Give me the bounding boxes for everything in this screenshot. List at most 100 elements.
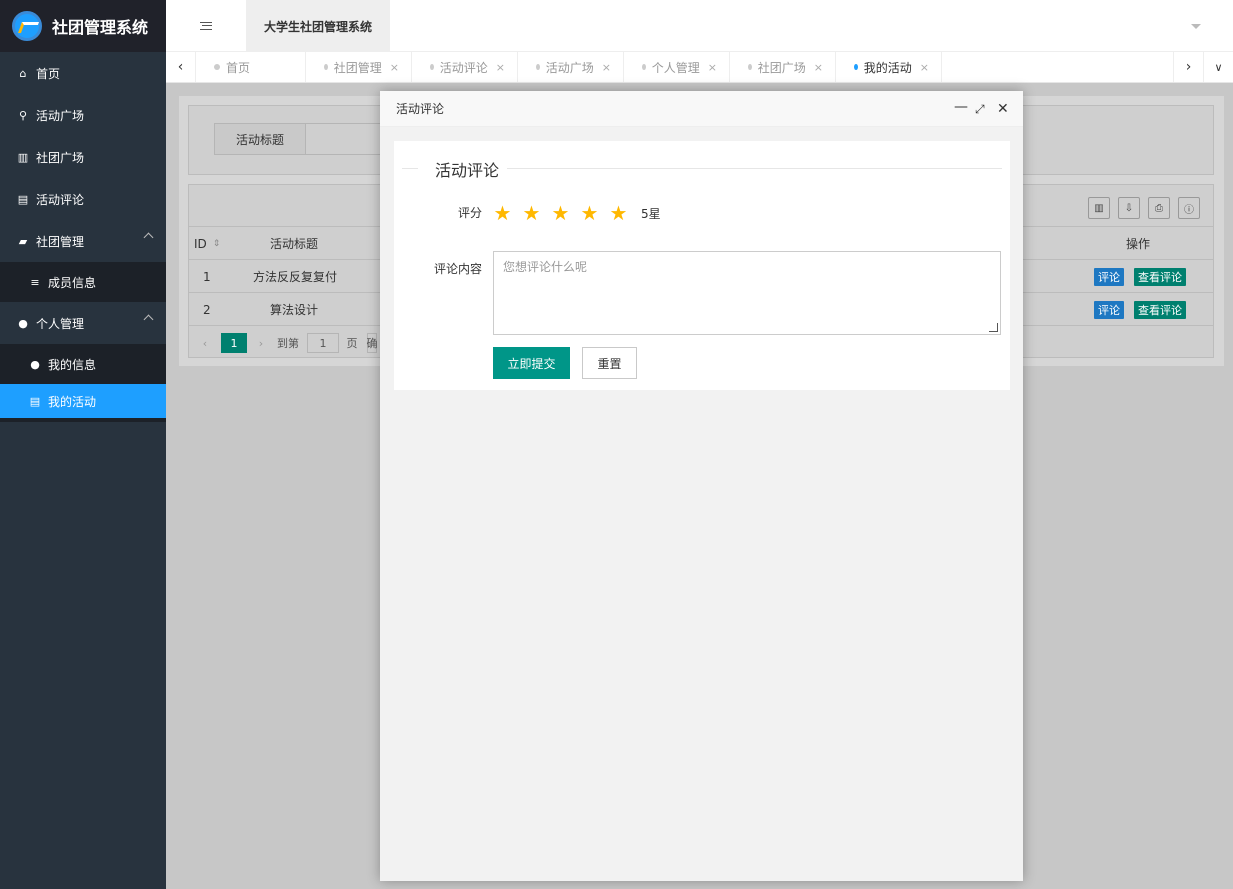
close-icon[interactable]: × [496, 61, 505, 74]
close-icon[interactable]: × [920, 61, 929, 74]
logo: 社团管理系统 [0, 0, 166, 52]
sidebar-item-club-square[interactable]: ▥ 社团广场 [0, 136, 166, 178]
dot-icon [642, 64, 646, 70]
sidebar-item-label: 首页 [36, 66, 61, 81]
tab-personal[interactable]: 个人管理 × [624, 52, 730, 82]
submenu-personal: ● 我的信息 ▤ 我的活动 [0, 344, 166, 422]
minimize-icon[interactable]: — [954, 99, 968, 115]
app-title: 社团管理系统 [52, 18, 149, 37]
maximize-icon[interactable]: ⤢ [975, 101, 985, 117]
tab-label: 社团管理 [333, 60, 382, 75]
user-icon: ● [30, 357, 40, 371]
comment-form: 活动评论 评分 ★ ★ ★ ★ ★ 5星 评论内容 您想评论什么呢 立即提交 重… [394, 141, 1010, 390]
export-icon[interactable]: ⇩ [1118, 197, 1140, 219]
tabs-bar: ‹ 首页 社团管理 × 活动评论 × 活动广场 × 个人管理 × 社团广场 × 我的活动 ×… [166, 52, 1233, 83]
col-id[interactable]: ID ⇕ [194, 227, 220, 260]
col-ops: 操作 [1126, 237, 1151, 251]
tab-home[interactable]: 首页 [196, 52, 306, 82]
star-icon[interactable]: ★ [579, 203, 600, 224]
sidebar-item-label: 社团管理 [36, 234, 85, 249]
dot-icon [854, 64, 858, 70]
prev-page-icon[interactable]: ‹ [199, 333, 211, 353]
header-title: 大学生社团管理系统 [246, 0, 390, 52]
cell-id: 2 [203, 302, 211, 317]
page-input[interactable]: 1 [307, 333, 339, 353]
star-icon[interactable]: ★ [608, 203, 629, 224]
submenu-club: ≡ 成员信息 [0, 262, 166, 302]
comment-button[interactable]: 评论 [1094, 267, 1124, 286]
star-icon[interactable]: ★ [550, 203, 571, 224]
close-icon[interactable]: × [708, 61, 717, 74]
info-icon[interactable]: ⓘ [1178, 197, 1200, 219]
menu-icon [200, 22, 212, 30]
reset-button[interactable]: 重置 [582, 347, 637, 379]
star-icon[interactable]: ★ [492, 203, 513, 224]
close-icon[interactable]: × [390, 61, 399, 74]
comment-textarea[interactable]: 您想评论什么呢 [493, 251, 1001, 335]
tab-activity-square[interactable]: 活动广场 × [518, 52, 624, 82]
submit-button[interactable]: 立即提交 [493, 347, 570, 379]
sidebar-item-label: 我的活动 [48, 394, 97, 409]
dot-icon [324, 64, 328, 70]
tab-label: 活动广场 [545, 60, 594, 75]
book-icon: ▰ [18, 234, 28, 248]
dot-icon [748, 64, 752, 70]
goto-label: 到第 [277, 337, 299, 350]
tab-label: 首页 [226, 60, 251, 75]
sidebar-item-members[interactable]: ≡ 成员信息 [0, 262, 166, 302]
chevron-up-icon [143, 232, 154, 243]
modal-title: 活动评论 [396, 102, 445, 116]
close-icon[interactable]: × [814, 61, 823, 74]
sidebar-item-label: 个人管理 [36, 316, 85, 331]
col-title: 活动标题 [270, 237, 319, 251]
list-icon: ▤ [29, 394, 41, 408]
header: 大学生社团管理系统 [166, 0, 1233, 52]
next-page-icon[interactable]: › [255, 333, 267, 353]
rating-stars[interactable]: ★ ★ ★ ★ ★ 5星 [492, 203, 661, 224]
sidebar-item-personal[interactable]: ● 个人管理 [0, 302, 166, 344]
tabs-prev-button[interactable]: ‹ [166, 52, 196, 82]
star-icon[interactable]: ★ [521, 203, 542, 224]
tab-label: 社团广场 [757, 60, 806, 75]
tabs-next-button[interactable]: › [1173, 52, 1203, 82]
sidebar-item-home[interactable]: ⌂ 首页 [0, 52, 166, 94]
close-icon[interactable]: × [602, 61, 611, 74]
col-id-label: ID [194, 236, 207, 251]
legend-title: 活动评论 [427, 157, 508, 181]
sidebar-item-activity-square[interactable]: ⚲ 活动广场 [0, 94, 166, 136]
tabs-menu-button[interactable]: ∨ [1203, 52, 1233, 82]
sort-icon[interactable]: ⇕ [213, 239, 221, 249]
caret-down-icon[interactable] [1191, 24, 1201, 29]
tab-my-activity[interactable]: 我的活动 × [836, 52, 942, 82]
tab-label: 我的活动 [863, 60, 912, 75]
tab-activity-comment[interactable]: 活动评论 × [412, 52, 518, 82]
page-current[interactable]: 1 [221, 333, 247, 353]
comment-button[interactable]: 评论 [1094, 300, 1124, 319]
list-icon: ▤ [17, 192, 29, 206]
bicycle-icon: ⚲ [18, 108, 28, 122]
cell-id: 1 [203, 269, 211, 284]
menu-toggle-button[interactable] [166, 0, 246, 52]
search-label: 活动标题 [214, 123, 306, 155]
view-comments-button[interactable]: 查看评论 [1134, 300, 1186, 319]
sidebar-item-activity-comment[interactable]: ▤ 活动评论 [0, 178, 166, 220]
confirm-button[interactable]: 确 [367, 333, 378, 353]
chevron-up-icon [143, 314, 154, 325]
tab-club-square[interactable]: 社团广场 × [730, 52, 836, 82]
sidebar-item-label: 我的信息 [48, 357, 97, 372]
close-icon[interactable]: ✕ [997, 101, 1009, 117]
sidebar-item-label: 成员信息 [48, 275, 97, 290]
home-icon: ⌂ [19, 66, 27, 80]
tab-club-manage[interactable]: 社团管理 × [306, 52, 412, 82]
view-comments-button[interactable]: 查看评论 [1134, 267, 1186, 286]
sidebar-item-label: 社团广场 [36, 150, 85, 165]
sidebar-item-my-activity[interactable]: ▤ 我的活动 [0, 384, 166, 418]
search-input[interactable] [305, 123, 385, 155]
columns-icon[interactable]: ▥ [1088, 197, 1110, 219]
sidebar-item-club-manage[interactable]: ▰ 社团管理 [0, 220, 166, 262]
print-icon[interactable]: ⎙ [1148, 197, 1170, 219]
user-icon: ● [18, 316, 28, 330]
sidebar-item-my-info[interactable]: ● 我的信息 [0, 344, 166, 384]
dot-icon [430, 64, 434, 70]
page-unit: 页 [346, 337, 358, 350]
